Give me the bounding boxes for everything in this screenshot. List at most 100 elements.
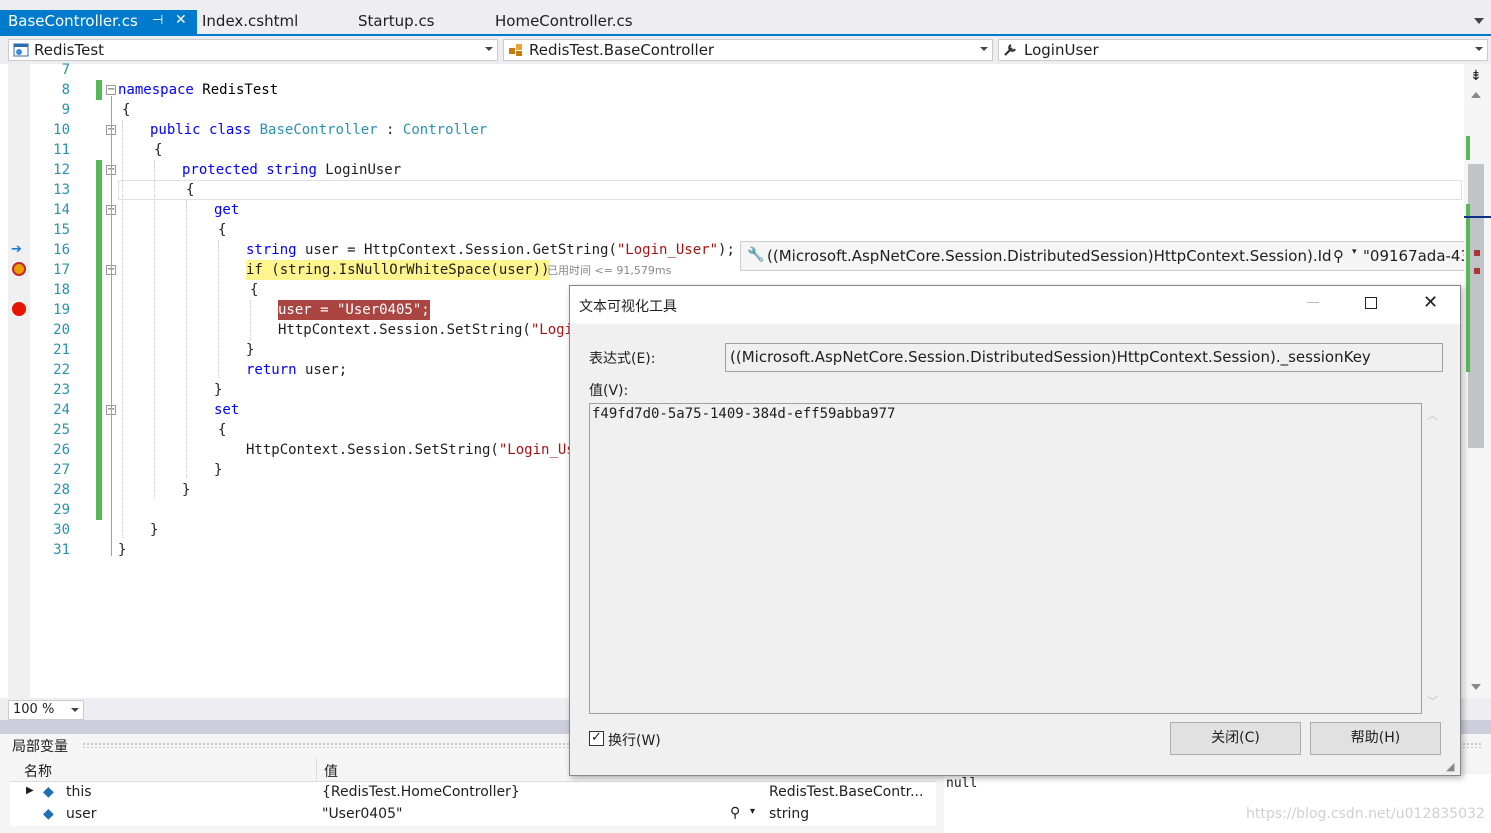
type-combo[interactable]: RedisTest.BaseController (503, 39, 993, 61)
keyword: string (246, 242, 297, 258)
line-number: 17 (53, 262, 70, 278)
table-row[interactable]: ◆ user "User0405" ⚲ ▾ string (10, 804, 936, 826)
code-text[interactable]: namespace RedisTest { public class BaseC… (118, 80, 735, 560)
magnifier-icon[interactable]: ⚲ (1333, 247, 1344, 265)
member-combo[interactable]: LoginUser (998, 39, 1488, 61)
chevron-down-icon (1475, 47, 1483, 51)
code-token: } (182, 482, 191, 498)
glyph-margin[interactable] (8, 64, 30, 698)
type-name: Controller (402, 122, 488, 138)
tab-startup[interactable]: Startup.cs (350, 10, 443, 36)
change-map-marker (1466, 204, 1470, 372)
split-icon[interactable]: ⇟ (1470, 68, 1482, 84)
keyword: get (214, 202, 240, 218)
line-numbers: 7 8 9 10 11 12 13 14 15 16 17 18 19 20 2… (40, 60, 72, 560)
tab-homecontroller[interactable]: HomeController.cs (487, 10, 641, 36)
wrap-checkbox[interactable]: ✓ (589, 731, 604, 746)
tab-label: BaseController.cs (8, 12, 138, 30)
datatip[interactable]: 🔧 ((Microsoft.AspNetCore.Session.Distrib… (740, 241, 1466, 271)
close-icon[interactable]: ✕ (1423, 292, 1438, 313)
wrap-label[interactable]: 换行(W) (608, 730, 661, 750)
line-number: 12 (53, 162, 70, 178)
keyword: return (246, 362, 297, 378)
vertical-scrollbar[interactable]: ⇟ (1464, 64, 1491, 698)
line-number: 27 (53, 462, 70, 478)
breakpoint-icon[interactable] (12, 302, 26, 316)
watermark: https://blog.csdn.net/u012835032 (1246, 806, 1485, 822)
tab-overflow-icon[interactable] (1474, 18, 1484, 24)
code-token: } (214, 382, 223, 398)
document-tab-bar: BaseController.cs ⊣ ✕ Index.cshtml Start… (0, 0, 1491, 36)
expand-icon[interactable]: ▶ (26, 785, 34, 796)
expression-field[interactable]: ((Microsoft.AspNetCore.Session.Distribut… (725, 343, 1443, 372)
collapse-icon[interactable]: − (106, 85, 116, 95)
line-number: 16 (53, 242, 70, 258)
code-token: } (214, 462, 223, 478)
value-textarea[interactable]: f49fd7d0-5a75-1409-384d-eff59abba977 (589, 403, 1422, 714)
class-icon (509, 44, 522, 56)
tab-index-cshtml[interactable]: Index.cshtml (194, 10, 306, 36)
keyword: namespace (118, 82, 194, 98)
maximize-icon[interactable] (1365, 297, 1377, 309)
column-divider (316, 758, 317, 782)
magnifier-icon[interactable]: ⚲ (730, 805, 740, 821)
navigation-bar: RedisTest RedisTest.BaseController Login… (0, 36, 1491, 64)
code-token: user; (296, 362, 348, 378)
close-icon[interactable]: ✕ (175, 12, 187, 28)
code-token: : (377, 122, 403, 138)
column-header-value[interactable]: 值 (324, 761, 338, 781)
value-scrollbar[interactable]: ︿ ﹀ (1425, 403, 1441, 714)
local-value: {RedisTest.HomeController} (322, 784, 520, 800)
line-number: 10 (53, 122, 70, 138)
resize-grip-icon[interactable]: ◢ (1446, 760, 1454, 773)
scroll-down-icon[interactable]: ﹀ (1427, 693, 1438, 709)
scroll-up-icon[interactable] (1471, 92, 1481, 98)
zoom-combo[interactable]: 100 % (8, 700, 84, 720)
chevron-down-icon (485, 47, 493, 51)
datatip-value: "09167ada-43 (1363, 247, 1466, 265)
current-statement: if (string.IsNullOrWhiteSpace(user)) (246, 260, 550, 280)
line-number: 22 (53, 362, 70, 378)
type-name: RedisTest.BaseController (529, 41, 715, 59)
zoom-level: 100 % (13, 702, 55, 717)
project-combo[interactable]: RedisTest (8, 39, 498, 61)
close-button[interactable]: 关闭(C) (1170, 722, 1301, 755)
keyword: class (209, 122, 252, 138)
expression-label: 表达式(E): (589, 351, 656, 367)
pin-icon[interactable]: ⊣ (152, 13, 163, 28)
scroll-down-icon[interactable] (1471, 684, 1481, 690)
type-name: BaseController (259, 122, 378, 138)
member-name: LoginUser (1024, 41, 1099, 59)
column-header-name[interactable]: 名称 (24, 761, 52, 781)
table-row[interactable]: ▶ ◆ this {RedisTest.HomeController} Redi… (10, 782, 936, 804)
line-number: 7 (61, 62, 70, 78)
keyword: set (214, 402, 240, 418)
help-button[interactable]: 帮助(H) (1310, 722, 1441, 755)
keyword: string (266, 162, 317, 178)
scroll-thumb[interactable] (1468, 164, 1484, 448)
local-name: this (66, 784, 92, 800)
code-token: ); (718, 242, 735, 258)
tab-label: Startup.cs (358, 12, 435, 30)
dropdown-icon[interactable]: ▾ (750, 806, 755, 817)
text-visualizer-dialog: 文本可视化工具 ✕ 表达式(E): ((Microsoft.AspNetCore… (569, 285, 1461, 776)
scroll-up-icon[interactable]: ︿ (1427, 407, 1438, 423)
string-literal: "Login_User" (616, 242, 719, 258)
change-marker (96, 80, 102, 100)
code-token: { (250, 282, 259, 298)
value-preview: null (944, 774, 1491, 833)
code-token: } (150, 522, 159, 538)
datatip-expression: ((Microsoft.AspNetCore.Session.Distribut… (767, 247, 1332, 265)
local-name: user (66, 806, 97, 822)
wrench-icon: 🔧 (747, 247, 765, 263)
tab-basecontroller[interactable]: BaseController.cs ⊣ ✕ (0, 10, 197, 36)
dialog-titlebar[interactable]: 文本可视化工具 ✕ (570, 286, 1460, 324)
line-number: 19 (53, 302, 70, 318)
line-number: 25 (53, 422, 70, 438)
keyword: protected (182, 162, 258, 178)
code-token: } (118, 542, 127, 558)
minimize-icon[interactable] (1307, 302, 1319, 303)
dropdown-icon[interactable]: ▾ (1352, 247, 1357, 257)
outline-line (111, 96, 112, 556)
breakpoint-hit-icon[interactable] (12, 262, 26, 276)
